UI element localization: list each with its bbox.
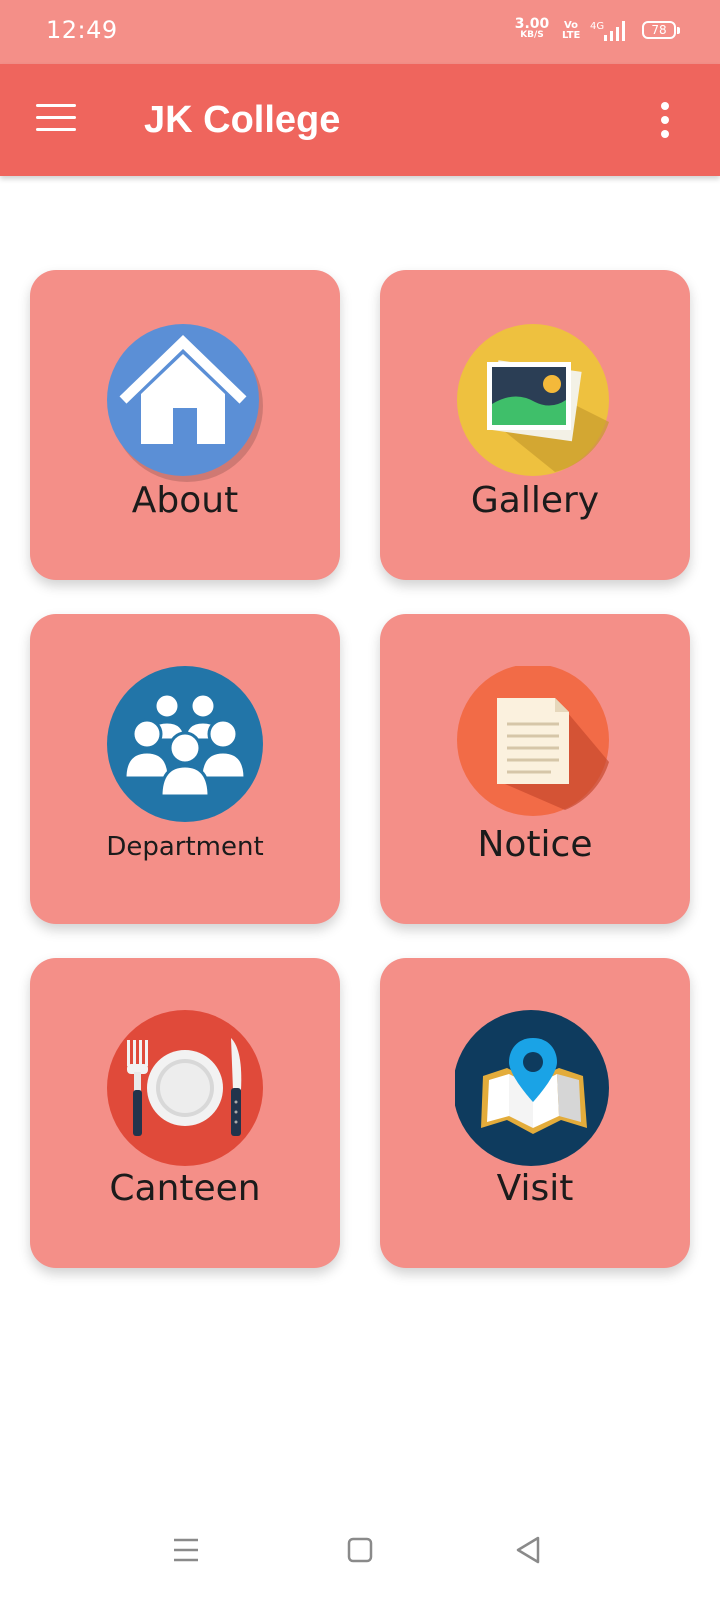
app-bar: JK College	[0, 64, 720, 176]
tile-label: Gallery	[470, 480, 600, 521]
menu-button[interactable]	[36, 104, 76, 136]
menu-icon	[36, 104, 76, 107]
more-vert-icon	[661, 102, 669, 110]
plate-icon	[107, 1010, 263, 1166]
home-icon	[107, 324, 263, 482]
tile-label: Department	[106, 832, 264, 862]
tile-label: About	[131, 480, 239, 521]
document-icon	[457, 666, 609, 816]
map-pin-icon	[455, 1010, 609, 1166]
tile-label: Visit	[496, 1168, 574, 1209]
home-square-icon[interactable]	[340, 1530, 380, 1570]
app-title: JK College	[144, 99, 341, 141]
status-bar: 12:49 3.00 KB/S Vo LTE 4G 78	[0, 0, 720, 64]
svg-text:4G: 4G	[590, 21, 604, 32]
tile-about[interactable]: About	[30, 270, 340, 580]
tile-visit[interactable]: Visit	[380, 958, 690, 1268]
network-speed: 3.00 KB/S	[514, 16, 550, 40]
system-nav-bar	[0, 1520, 720, 1600]
recents-menu-icon[interactable]	[166, 1530, 206, 1570]
tile-label: Canteen	[109, 1168, 261, 1209]
status-time: 12:49	[46, 16, 118, 44]
tile-gallery[interactable]: Gallery	[380, 270, 690, 580]
tile-notice[interactable]: Notice	[380, 614, 690, 924]
tile-canteen[interactable]: Canteen	[30, 958, 340, 1268]
tile-department[interactable]: Department	[30, 614, 340, 924]
people-icon	[107, 666, 263, 822]
tile-label: Notice	[477, 824, 593, 865]
battery-icon: 78	[642, 21, 680, 39]
overflow-menu-button[interactable]	[658, 102, 672, 142]
signal-icon: 4G	[590, 21, 625, 41]
picture-icon	[457, 324, 609, 476]
volte-indicator: Vo LTE	[562, 20, 581, 41]
back-triangle-icon[interactable]	[508, 1530, 548, 1570]
